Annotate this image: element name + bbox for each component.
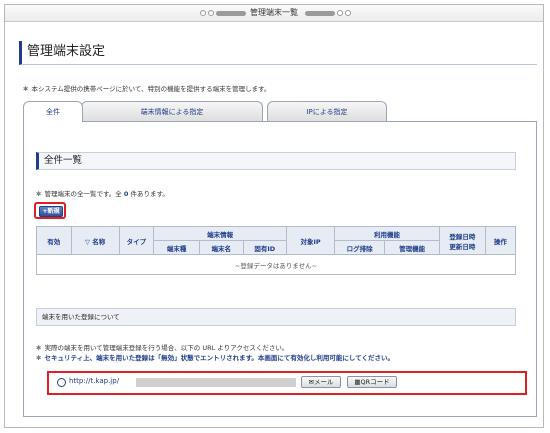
- window-title: 管理端末一覧: [250, 8, 298, 17]
- security-note: ✱ セキュリティ上、端末を用いた登録は「無効」状態でエントリされます。本画面にて有…: [36, 354, 395, 362]
- tab-ip[interactable]: IPによる指定: [267, 101, 387, 121]
- col-enabled[interactable]: 有効: [36, 226, 72, 255]
- col-login-exclude[interactable]: ログ排除: [334, 240, 386, 255]
- qr-code-button[interactable]: ▦QRコード: [347, 376, 397, 388]
- globe-icon: [57, 378, 66, 387]
- mail-button[interactable]: ✉メール: [301, 376, 341, 388]
- col-terminal-info: 端末情報: [153, 226, 288, 241]
- list-section-description: ✱ 管理端末の全一覧です。全 0 件あります。: [36, 190, 169, 198]
- record-count: 0: [123, 190, 129, 198]
- registration-url[interactable]: http://t.kap.jp/: [69, 377, 119, 385]
- list-section-title: 全件一覧: [36, 152, 516, 170]
- page-description: ✱ 本システム提供の携帯ページに於いて、特別の機能を提供する端末を管理します。: [23, 85, 271, 93]
- url-masked-portion: [136, 378, 296, 387]
- col-terminal-type[interactable]: 端末種: [153, 240, 200, 255]
- title-bar: 管理端末一覧: [5, 5, 543, 22]
- col-type[interactable]: タイプ: [118, 226, 155, 255]
- col-usage: 利用機能: [334, 226, 440, 241]
- window-frame: 管理端末一覧 管理端末設定 ✱ 本システム提供の携帯ページに於いて、特別の機能を提…: [4, 4, 544, 428]
- col-terminal-name[interactable]: 端末名: [198, 240, 244, 255]
- registration-header: 端末を用いた登録について: [36, 308, 516, 326]
- tab-all[interactable]: 全件: [23, 101, 83, 122]
- asterisk-icon: ✱: [36, 354, 42, 362]
- new-button-highlight: +新規: [34, 202, 66, 219]
- col-dates[interactable]: 登録日時 更新日時: [438, 226, 486, 255]
- col-name[interactable]: ▽ 名称: [70, 226, 120, 255]
- terminal-table: 有効 ▽ 名称 タイプ 端末情報 対象IP 利用機能 登録日時 更新日時 操作 端…: [36, 226, 517, 275]
- titlebar-decoration-right: [305, 10, 351, 16]
- page-title: 管理端末設定: [19, 41, 537, 65]
- tab-panel: 全件一覧 ✱ 管理端末の全一覧です。全 0 件あります。 +新規 有効 ▽ 名称 …: [23, 121, 537, 417]
- empty-message: ~登録データはありません~: [36, 254, 516, 275]
- tab-bar: 全件 端末情報による指定 IPによる指定: [23, 101, 535, 122]
- asterisk-icon: ✱: [23, 85, 29, 93]
- col-action: 操作: [484, 226, 517, 255]
- asterisk-icon: ✱: [36, 344, 42, 352]
- tab-terminal-info[interactable]: 端末情報による指定: [81, 101, 263, 121]
- col-target-ip[interactable]: 対象IP: [286, 226, 336, 255]
- col-admin-function[interactable]: 管理機能: [384, 240, 440, 255]
- col-unique-id[interactable]: 固有ID: [242, 240, 288, 255]
- registration-note: ✱ 実際の端末を用いて管理端末登録を行う場合、以下の URL よりアクセスください…: [36, 344, 289, 352]
- registration-url-highlight: http://t.kap.jp/ ✉メール ▦QRコード: [47, 371, 527, 395]
- asterisk-icon: ✱: [36, 190, 42, 198]
- new-button[interactable]: +新規: [39, 206, 63, 217]
